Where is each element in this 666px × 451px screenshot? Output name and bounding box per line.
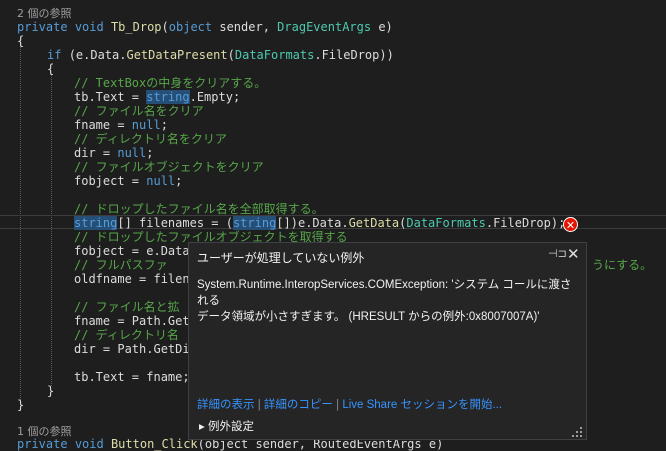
code-text: ;	[146, 146, 154, 160]
keyword: object	[168, 20, 213, 34]
code-line: fname = null;	[74, 118, 168, 132]
code-line: fobject = null;	[74, 174, 182, 188]
type-name: DataFormats	[406, 216, 486, 230]
code-text: .Empty;	[189, 90, 241, 104]
exception-message: System.Runtime.InteropServices.COMExcept…	[197, 277, 581, 325]
method-name: Tb_Drop	[110, 20, 162, 34]
resize-grip-icon[interactable]	[572, 427, 582, 437]
code-text: fobject =	[74, 174, 147, 188]
close-icon[interactable]: ✕	[567, 245, 580, 263]
code-line: {	[17, 34, 25, 48]
code-line: }	[17, 398, 25, 412]
code-line-if: if (e.Data.GetDataPresent(DataFormats.Fi…	[47, 48, 394, 62]
code-comment: // ファイル名と拡	[74, 300, 180, 314]
popup-title: ユーザーが処理していない例外	[197, 251, 365, 265]
param: sender,	[219, 20, 270, 34]
code-comment: // ファイル名をクリア	[74, 104, 204, 118]
popup-header: ユーザーが処理していない例外 ⊣⊐ ✕	[189, 243, 586, 269]
code-line: dir = Path.GetDi	[74, 342, 190, 356]
code-line: fobject = e.Data	[74, 244, 190, 258]
error-icon[interactable]: ✕	[563, 217, 578, 232]
exception-popup: ユーザーが処理していない例外 ⊣⊐ ✕ System.Runtime.Inter…	[188, 242, 587, 440]
keyword: void	[74, 437, 104, 451]
code-text: [])e.Data.	[276, 216, 349, 230]
code-comment: // ディレクトリ名	[74, 328, 179, 342]
keyword: if	[47, 48, 62, 62]
exception-settings-label: 例外設定	[207, 421, 254, 433]
method-signature: private void Tb_Drop(object sender, Drag…	[17, 20, 393, 34]
code-text: .FileDrop))	[314, 48, 394, 62]
view-details-link[interactable]: 詳細の表示	[197, 399, 255, 411]
exception-message-line: System.Runtime.InteropServices.COMExcept…	[197, 279, 572, 307]
exception-message-line: データ領域が小さすぎます。 (HRESULT からの例外:0x8007007A)…	[197, 311, 540, 323]
code-text: ;	[160, 118, 168, 132]
code-line: {	[47, 62, 55, 76]
method-name: Button_Click	[110, 437, 198, 451]
code-comment: // ファイルオブジェクトをクリア	[74, 160, 264, 174]
code-line: tb.Text = fname;	[74, 370, 190, 384]
code-text: [] filenames = (	[117, 216, 233, 230]
copy-details-link[interactable]: 詳細のコピー	[264, 399, 333, 411]
live-share-link[interactable]: Live Share セッションを開始...	[342, 399, 502, 411]
code-text: ;	[175, 174, 183, 188]
code-comment: // ドロップしたファイル名を全部取得する。	[74, 202, 324, 216]
keyword: private	[17, 20, 68, 34]
keyword: private	[17, 437, 68, 451]
reference-count[interactable]: 2 個の参照	[17, 7, 72, 21]
pin-icon[interactable]: ⊣⊐	[548, 247, 567, 260]
method-name: GetData	[348, 216, 400, 230]
exception-settings-toggle[interactable]: ▸ 例外設定	[199, 418, 254, 434]
type-name: DragEventArgs	[277, 20, 372, 34]
code-text: dir =	[74, 146, 118, 160]
keyword: null	[117, 146, 147, 160]
expand-arrow-icon: ▸	[199, 421, 205, 433]
code-comment: // TextBoxの中身をクリアする。	[74, 76, 267, 90]
code-line: tb.Text = string.Empty;	[74, 90, 240, 104]
code-line: fname = Path.Get	[74, 314, 190, 328]
type-name: DataFormats	[234, 48, 315, 62]
code-line: oldfname = filen	[74, 272, 190, 286]
code-line: dir = null;	[74, 146, 154, 160]
separator: |	[336, 399, 340, 411]
code-text: fname =	[74, 118, 132, 132]
code-line-error: string[] filenames = (string[])e.Data.Ge…	[74, 216, 565, 230]
code-text: (e.Data.	[68, 48, 127, 62]
method-name: GetDataPresent	[126, 48, 228, 62]
param: e)	[378, 20, 393, 34]
code-comment: // フルパスファ	[74, 258, 168, 272]
keyword-highlighted: string	[146, 90, 190, 104]
code-text: .FileDrop);	[485, 216, 566, 230]
keyword-highlighted: string	[232, 216, 277, 230]
code-comment: // ディレクトリ名をクリア	[74, 132, 227, 146]
keyword: void	[74, 20, 104, 34]
separator: |	[257, 399, 261, 411]
popup-links: 詳細の表示 | 詳細のコピー | Live Share セッションを開始...	[197, 396, 502, 412]
keyword-highlighted: string	[74, 216, 118, 230]
code-text: tb.Text =	[74, 90, 147, 104]
keyword: null	[146, 174, 176, 188]
keyword: null	[131, 118, 161, 132]
code-line: }	[47, 384, 55, 398]
indent-guide	[51, 74, 52, 386]
code-comment-tail: うにする。	[592, 258, 653, 272]
